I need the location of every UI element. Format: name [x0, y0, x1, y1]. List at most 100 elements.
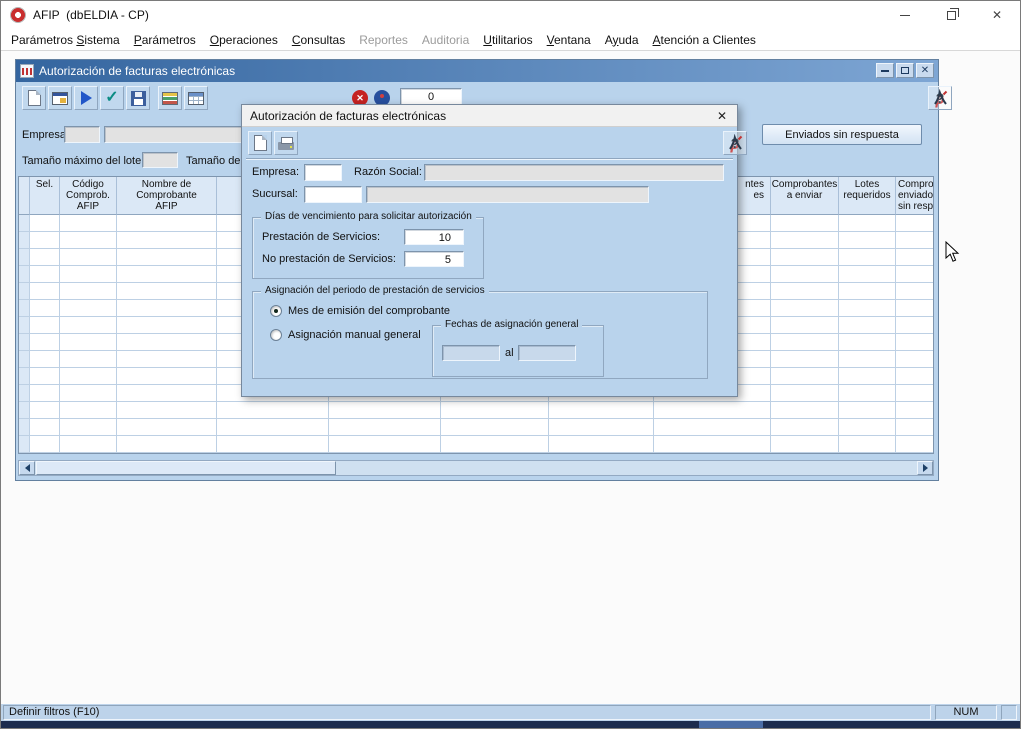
app-window: AFIP (dbELDIA - CP) ✕ Parámetros Sistema… [0, 0, 1021, 729]
empresa-code-field [64, 126, 100, 143]
menu-item-ventana[interactable]: Ventana [540, 30, 598, 50]
grid-cell [60, 385, 117, 402]
fechas-group-title: Fechas de asignación general [441, 319, 582, 330]
exit-button[interactable] [928, 86, 952, 110]
menu-item-atencion-a-clientes[interactable]: Atención a Clientes [646, 30, 763, 50]
enviados-sin-respuesta-button[interactable]: Enviados sin respuesta [762, 124, 922, 145]
properties-button[interactable] [48, 86, 72, 110]
grid-cell [30, 283, 60, 300]
grid-cell [839, 232, 896, 249]
grid-cell [30, 334, 60, 351]
grid-cell [839, 436, 896, 453]
grid-header-comprobantes: Comprobantes a enviar [771, 177, 839, 215]
dialog-close-button[interactable]: ✕ [712, 107, 732, 125]
minimize-button[interactable] [882, 1, 928, 29]
radio-mes-emision[interactable]: Mes de emisión del comprobante [270, 305, 450, 317]
prestacion-field[interactable]: 10 [404, 229, 464, 245]
grid-cell [441, 436, 549, 453]
table-row[interactable] [19, 436, 933, 453]
grid-cell [896, 436, 934, 453]
dialog-exit-button[interactable] [723, 131, 747, 155]
dialog-empresa-field[interactable] [304, 164, 342, 181]
grid-cell [896, 249, 934, 266]
grid-cell [771, 351, 839, 368]
scroll-right-button[interactable] [917, 461, 933, 475]
grid-cell [839, 385, 896, 402]
menu-item-utilitarios[interactable]: Utilitarios [476, 30, 539, 50]
new-document-icon [28, 90, 41, 106]
no-prestacion-field[interactable]: 5 [404, 251, 464, 267]
dialog-new-button[interactable] [248, 131, 272, 155]
menu-item-consultas[interactable]: Consultas [285, 30, 352, 50]
batch-button[interactable] [158, 86, 182, 110]
grid-cell [117, 283, 217, 300]
grid-cell [60, 249, 117, 266]
razon-social-label: Razón Social: [354, 166, 422, 178]
autorizacion-dialog: Autorización de facturas electrónicas ✕ … [241, 104, 738, 397]
grid-cell [30, 249, 60, 266]
grid-cell [896, 266, 934, 283]
radio-asignacion-manual[interactable]: Asignación manual general [270, 329, 421, 341]
table-row[interactable] [19, 402, 933, 419]
child-caption-buttons: ✕ [876, 63, 934, 78]
grid-cell [117, 351, 217, 368]
grid-cell [896, 232, 934, 249]
grid-cell [771, 232, 839, 249]
table-row[interactable] [19, 419, 933, 436]
grid-cell [19, 385, 30, 402]
grid-cell [30, 351, 60, 368]
sucursal-code-field[interactable] [304, 186, 362, 203]
tamano-maximo-field [142, 152, 178, 168]
child-title-bar[interactable]: Autorización de facturas electrónicas ✕ [16, 60, 938, 82]
grid-cell [654, 436, 771, 453]
run-button[interactable] [74, 86, 98, 110]
menu-item-auditoria: Auditoria [415, 30, 476, 50]
grid-button[interactable] [184, 86, 208, 110]
grid-cell [329, 436, 441, 453]
grid-cell [60, 300, 117, 317]
grid-cell [771, 334, 839, 351]
dialog-title-bar[interactable]: Autorización de facturas electrónicas [242, 105, 737, 127]
window-title: AFIP (dbELDIA - CP) [33, 1, 149, 29]
grid-cell [839, 334, 896, 351]
restore-icon [947, 11, 956, 20]
asignacion-group-title: Asignación del periodo de prestación de … [261, 285, 489, 296]
menu-item-ayuda[interactable]: Ayuda [598, 30, 646, 50]
new-button[interactable] [22, 86, 46, 110]
grid-cell [771, 402, 839, 419]
colored-grid-icon [162, 92, 178, 105]
minimize-icon [881, 70, 889, 72]
save-button[interactable] [126, 86, 150, 110]
table-grid-icon [188, 92, 204, 105]
left-arrow-icon [25, 464, 30, 472]
sucursal-name-field [366, 186, 649, 203]
scroll-left-button[interactable] [19, 461, 35, 475]
grid-cell [896, 351, 934, 368]
menu-item-parametros[interactable]: Parámetros [127, 30, 203, 50]
child-minimize-button[interactable] [876, 63, 894, 78]
close-button[interactable]: ✕ [974, 1, 1020, 29]
run-icon [81, 91, 92, 105]
toolbar-separator [246, 158, 733, 160]
grid-cell [19, 283, 30, 300]
al-label: al [505, 347, 514, 359]
grid-cell [30, 385, 60, 402]
grid-cell [60, 419, 117, 436]
grid-header-lotes: Lotes requeridos [839, 177, 896, 215]
child-maximize-button[interactable] [896, 63, 914, 78]
restore-button[interactable] [928, 1, 974, 29]
horizontal-scrollbar[interactable] [18, 460, 934, 476]
confirm-button[interactable]: ✓ [100, 86, 124, 110]
grid-cell [771, 368, 839, 385]
grid-cell [19, 402, 30, 419]
bottom-edge-segment [699, 721, 763, 729]
child-close-button[interactable]: ✕ [916, 63, 934, 78]
grid-cell [896, 317, 934, 334]
menu-item-parametros-sistema[interactable]: Parámetros Sistema [4, 30, 127, 50]
scrollbar-thumb[interactable] [36, 461, 336, 475]
resize-grip [1001, 705, 1017, 720]
dialog-print-button[interactable] [274, 131, 298, 155]
menu-item-operaciones[interactable]: Operaciones [203, 30, 285, 50]
grid-cell [839, 215, 896, 232]
grid-cell [839, 317, 896, 334]
